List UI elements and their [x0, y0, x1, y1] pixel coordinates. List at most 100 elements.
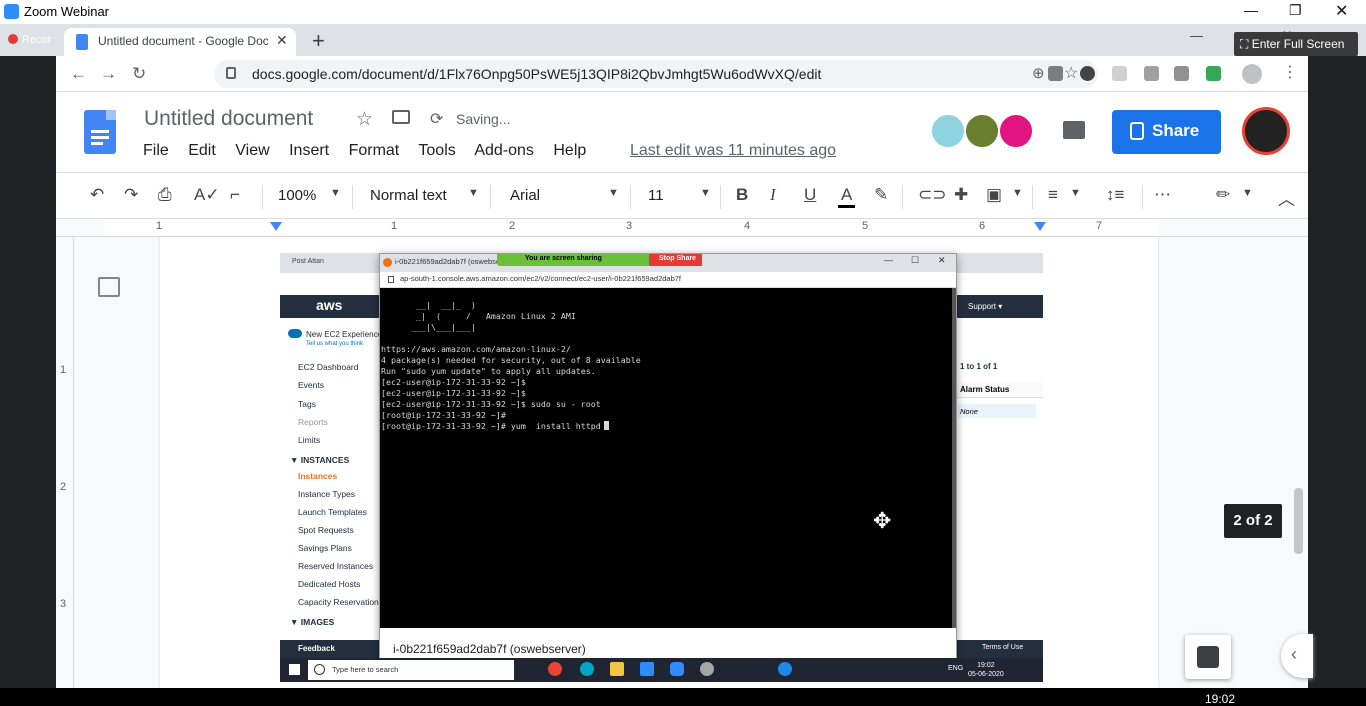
- menu-edit[interactable]: Edit: [188, 142, 216, 159]
- menu-format[interactable]: Format: [349, 142, 400, 159]
- menu-insert[interactable]: Insert: [289, 142, 329, 159]
- back-icon[interactable]: ←: [70, 64, 87, 84]
- collaborator-avatar[interactable]: [998, 113, 1034, 149]
- editing-mode-icon[interactable]: ✏: [1216, 185, 1230, 205]
- docs-toolbar: ↶ ↷ ⎙ A✓ ⌐ 100% ▼ Normal text ▼ Arial ▼ …: [56, 172, 1308, 219]
- link-icon[interactable]: ⊂⊃: [918, 185, 947, 205]
- share-button[interactable]: Share: [1112, 110, 1221, 154]
- chevron-down-icon[interactable]: ▼: [608, 187, 619, 199]
- chevron-down-icon[interactable]: ▼: [1012, 187, 1023, 199]
- saving-status: Saving...: [456, 111, 511, 127]
- extension-edit-icon[interactable]: [1174, 66, 1189, 81]
- chevron-down-icon[interactable]: ▼: [1070, 187, 1081, 199]
- chevron-down-icon[interactable]: ▼: [468, 187, 479, 199]
- nav-events: Events: [298, 380, 324, 390]
- font-size-select[interactable]: 11: [648, 187, 664, 204]
- enter-full-screen-button[interactable]: ⛶ Enter Full Screen: [1234, 32, 1358, 56]
- reload-icon[interactable]: ↻: [132, 64, 146, 84]
- zoom-select[interactable]: 100%: [278, 187, 316, 204]
- new-tab-icon[interactable]: +: [312, 28, 325, 54]
- terminal-line: [ec2-user@ip-172-31-33-92 ~]$: [381, 377, 526, 387]
- spellcheck-icon[interactable]: A✓: [194, 185, 220, 205]
- menu-addons[interactable]: Add-ons: [474, 142, 534, 159]
- menu-file[interactable]: File: [143, 142, 169, 159]
- undo-icon[interactable]: ↶: [90, 185, 104, 205]
- bold-icon[interactable]: B: [736, 185, 748, 205]
- menu-help[interactable]: Help: [553, 142, 586, 159]
- style-select[interactable]: Normal text: [370, 187, 447, 204]
- star-icon[interactable]: ☆: [356, 108, 373, 131]
- stop-share-button[interactable]: Stop Share: [649, 254, 702, 266]
- forward-icon[interactable]: →: [100, 64, 117, 84]
- text-color-icon[interactable]: A: [838, 185, 856, 208]
- comments-icon[interactable]: [1063, 121, 1085, 139]
- zoom-icon[interactable]: ⊕: [1032, 64, 1045, 82]
- italic-icon[interactable]: I: [770, 185, 776, 205]
- chevron-down-icon[interactable]: ▼: [700, 187, 711, 199]
- extension-grid-icon[interactable]: [1144, 66, 1159, 81]
- tab-close-icon[interactable]: ✕: [276, 32, 288, 49]
- taskbar-search: Type here to search: [308, 660, 514, 680]
- minimize-icon[interactable]: —: [1244, 2, 1258, 18]
- extension-d-icon[interactable]: [1206, 66, 1221, 81]
- add-comment-icon[interactable]: ✚: [954, 185, 968, 205]
- chevron-down-icon[interactable]: ▼: [330, 187, 341, 199]
- google-docs-logo-icon[interactable]: [84, 110, 116, 154]
- new-experience-toggle: New EC2 Experience: [306, 330, 383, 339]
- browser-tab[interactable]: Untitled document - Google Doc ✕: [64, 28, 296, 56]
- nav-tags: Tags: [298, 399, 316, 409]
- menu-view[interactable]: View: [235, 142, 269, 159]
- zoom-title-bar: Zoom Webinar — ❐ ✕: [0, 0, 1366, 24]
- separator: [630, 185, 631, 209]
- collaborator-avatar[interactable]: [930, 113, 966, 149]
- paint-format-icon[interactable]: ⌐: [230, 185, 240, 205]
- docs-favicon-icon: [76, 34, 88, 50]
- close-icon[interactable]: ✕: [1335, 1, 1348, 21]
- ssh-terminal[interactable]: [380, 288, 952, 628]
- move-folder-icon[interactable]: [392, 110, 410, 124]
- line-spacing-icon[interactable]: ↕≡: [1106, 185, 1124, 205]
- collaborator-avatar[interactable]: [964, 113, 1000, 149]
- print-icon[interactable]: ⎙: [158, 185, 172, 205]
- feedback-button: Feedback: [298, 644, 335, 653]
- profile-icon[interactable]: [1242, 64, 1262, 84]
- logo-line: [91, 142, 103, 145]
- underline-icon[interactable]: U: [804, 185, 816, 205]
- bookmark-star-icon[interactable]: ☆: [1064, 63, 1078, 83]
- url-input[interactable]: docs.google.com/document/d/1Flx76Onpg50P…: [214, 60, 1098, 88]
- section-instances: ▼ INSTANCES: [290, 455, 350, 465]
- explore-button[interactable]: [1185, 635, 1231, 679]
- browser-minimize-icon[interactable]: —: [1190, 28, 1203, 43]
- popup-minimize-icon[interactable]: —: [884, 255, 893, 265]
- extension-circle-icon[interactable]: [1080, 66, 1095, 81]
- chevron-down-icon[interactable]: ▼: [1242, 187, 1253, 199]
- collapse-menu-icon[interactable]: ︿: [1278, 185, 1295, 210]
- align-icon[interactable]: ≡: [1048, 185, 1058, 205]
- browser-menu-icon[interactable]: ⋮: [1282, 62, 1298, 82]
- font-select[interactable]: Arial: [510, 187, 540, 204]
- extension-p-icon[interactable]: [1112, 66, 1127, 81]
- maximize-icon[interactable]: ❐: [1289, 2, 1302, 19]
- menu-tools[interactable]: Tools: [418, 142, 455, 159]
- redo-icon[interactable]: ↷: [124, 185, 138, 205]
- document-outline-icon[interactable]: [98, 277, 120, 297]
- last-edit-link[interactable]: Last edit was 11 minutes ago: [630, 142, 836, 160]
- popup-close-icon[interactable]: ✕: [938, 255, 946, 266]
- terminal-scrollbar[interactable]: [952, 288, 956, 628]
- remote-clock: 19:02 05-06-2020: [968, 661, 1004, 679]
- vruler-number: 3: [60, 598, 67, 610]
- insert-image-icon[interactable]: ▣: [986, 185, 1002, 205]
- terminal-line: [ec2-user@ip-172-31-33-92 ~]$: [381, 388, 526, 398]
- highlight-icon[interactable]: ✎: [874, 185, 888, 205]
- extension-g-icon[interactable]: [1048, 66, 1063, 81]
- more-icon[interactable]: ⋯: [1154, 185, 1171, 205]
- vertical-scrollbar[interactable]: [1294, 488, 1303, 554]
- ruler-number: 1: [391, 220, 398, 232]
- document-title[interactable]: Untitled document: [144, 107, 313, 131]
- popup-maximize-icon[interactable]: ☐: [911, 255, 919, 266]
- vruler-number: 2: [60, 481, 67, 493]
- left-indent-marker[interactable]: [270, 222, 282, 231]
- lock-icon: [388, 276, 394, 283]
- right-indent-marker[interactable]: [1034, 222, 1046, 231]
- account-avatar[interactable]: [1242, 107, 1290, 155]
